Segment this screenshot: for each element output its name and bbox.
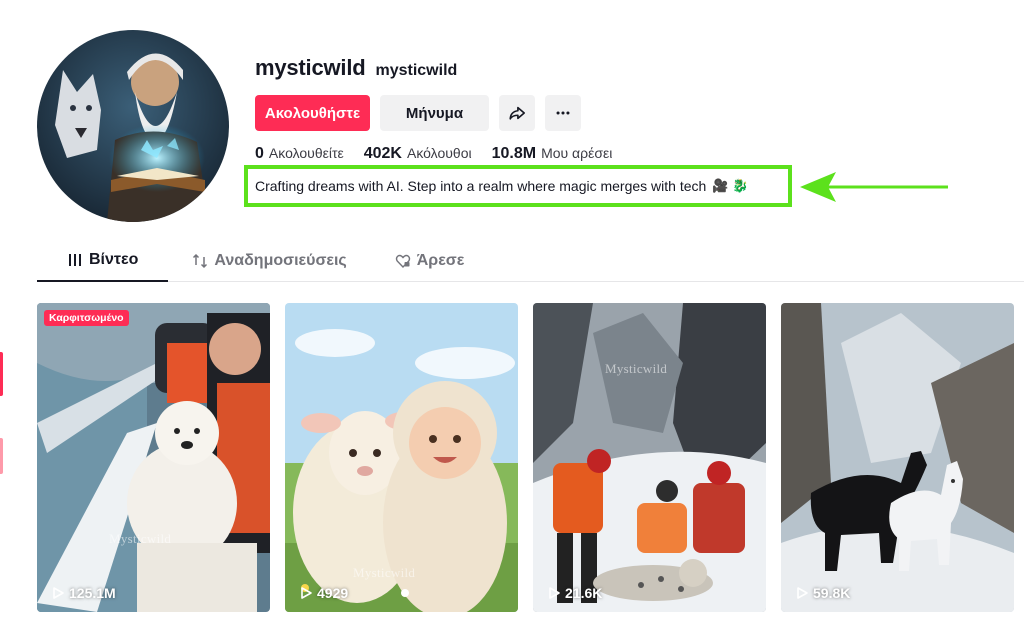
heart-lock-icon — [395, 254, 410, 268]
view-count-value: 4929 — [317, 585, 349, 601]
stat-label: Ακολουθείτε — [268, 145, 344, 161]
share-button[interactable] — [499, 95, 535, 131]
play-icon — [797, 587, 808, 599]
more-icon — [556, 111, 570, 115]
watermark: Mysticwild — [605, 361, 668, 376]
video-card[interactable]: Καρφιτσωμένο Mysticwild 125.1M — [37, 303, 270, 612]
video-card[interactable]: Mysticwild 4929 — [285, 303, 518, 612]
followers-count[interactable]: 402K Ακόλουθοι — [364, 145, 472, 163]
video-card[interactable]: 59.8K — [781, 303, 1014, 612]
view-count-value: 59.8K — [813, 585, 851, 601]
profile-actions: Ακολουθήστε Μήνυμα — [255, 95, 581, 131]
edge-indicator — [0, 438, 3, 474]
following-count[interactable]: 0 Ακολουθείτε — [255, 145, 344, 163]
profile-avatar[interactable] — [37, 30, 229, 222]
tab-label: Άρεσε — [416, 251, 465, 269]
profile-name-row: mysticwild mysticwild — [255, 55, 975, 85]
profile-nickname: mysticwild — [375, 62, 458, 79]
stat-label: Ακόλουθοι — [406, 145, 472, 161]
stat-label: Μου αρέσει — [541, 145, 613, 161]
share-icon — [509, 106, 526, 120]
avatar-image — [37, 30, 229, 222]
repost-icon — [193, 253, 208, 268]
view-count: 4929 — [299, 585, 348, 601]
stat-value: 0 — [255, 145, 264, 162]
video-card[interactable]: Mysticwild 21.6K — [533, 303, 766, 612]
tab-label: Αναδημοσιεύσεις — [214, 251, 347, 269]
watermark: Mysticwild — [109, 531, 172, 546]
profile-username: mysticwild — [255, 55, 366, 80]
view-count-value: 125.1M — [69, 585, 116, 601]
view-count: 59.8K — [795, 585, 850, 601]
tab-reposts[interactable]: Αναδημοσιεύσεις — [168, 240, 370, 281]
stat-value: 402K — [363, 145, 402, 162]
follow-button[interactable]: Ακολουθήστε — [255, 95, 370, 131]
play-icon — [301, 587, 312, 599]
view-count: 21.6K — [547, 585, 602, 601]
video-thumbnail — [533, 303, 766, 612]
more-button[interactable] — [545, 95, 581, 131]
message-button[interactable]: Μήνυμα — [380, 95, 489, 131]
profile-info: mysticwild mysticwild Ακολουθήστε Μήνυμα… — [244, 55, 975, 207]
play-icon — [53, 587, 64, 599]
pinned-badge: Καρφιτσωμένο — [44, 310, 129, 326]
tab-label: Βίντεο — [89, 251, 139, 268]
play-icon — [549, 587, 560, 599]
stat-value: 10.8M — [491, 145, 537, 162]
profile-tabs: Βίντεο Αναδημοσιεύσεις Άρεσε — [37, 240, 1024, 282]
view-count: 125.1M — [51, 585, 116, 601]
tab-liked[interactable]: Άρεσε — [371, 240, 489, 281]
watermark: Mysticwild — [353, 565, 416, 580]
tab-videos[interactable]: Βίντεο — [37, 240, 169, 282]
video-grid: Καρφιτσωμένο Mysticwild 125.1M Mysticwil… — [37, 303, 1014, 612]
edge-indicator — [0, 352, 3, 396]
profile-stats: 0 Ακολουθείτε 402K Ακόλουθοι 10.8M Μου α… — [255, 145, 612, 163]
video-thumbnail — [781, 303, 1014, 612]
likes-count: 10.8M Μου αρέσει — [492, 145, 613, 163]
bio-highlight-box: Crafting dreams with AI. Step into a rea… — [244, 165, 792, 207]
grid-icon — [69, 254, 81, 266]
annotation-arrow-icon — [800, 172, 948, 202]
video-thumbnail — [37, 303, 270, 612]
bio-emojis: 🎥 🐉 — [712, 178, 749, 193]
view-count-value: 21.6K — [565, 585, 603, 601]
profile-bio: Crafting dreams with AI. Step into a rea… — [255, 178, 707, 194]
